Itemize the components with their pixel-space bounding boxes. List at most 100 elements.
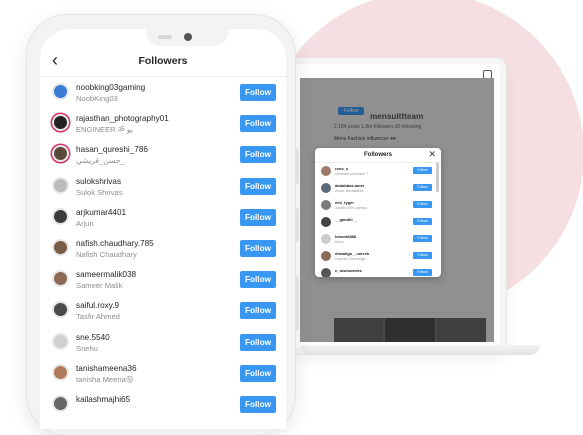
follower-row[interactable]: tanishameena36 tanisha Meena😝 Follow bbox=[40, 358, 286, 389]
avatar[interactable] bbox=[52, 363, 69, 381]
follower-fullname: ENGINEER ॐ یو bbox=[76, 125, 133, 135]
follower-username[interactable]: hasan_qureshi_786 bbox=[76, 145, 148, 154]
avatar[interactable] bbox=[52, 394, 69, 412]
avatar[interactable] bbox=[52, 332, 69, 350]
follow-button[interactable]: Follow bbox=[240, 208, 276, 226]
follower-row[interactable]: sne.5540 Snehu Follow bbox=[40, 327, 286, 358]
avatar[interactable] bbox=[321, 217, 331, 227]
laptop-base bbox=[300, 345, 540, 355]
avatar[interactable] bbox=[321, 200, 331, 210]
follow-button[interactable]: Follow bbox=[240, 177, 276, 195]
follow-button[interactable]: Follow bbox=[240, 364, 276, 382]
follower-row[interactable]: saiful.roxy.9 Tasfir Ahmed Follow bbox=[40, 295, 286, 326]
follower-username[interactable]: tanishameena36 bbox=[76, 364, 137, 373]
phone-side-button bbox=[295, 208, 299, 242]
follower-row[interactable]: sulokshrivas Sulok Shrivas Follow bbox=[40, 171, 286, 202]
follower-fullname: حسن_قريشي_ bbox=[76, 156, 125, 166]
modal-follower-username[interactable]: __gandhi__ bbox=[335, 217, 357, 222]
follower-fullname: Tasfir Ahmed bbox=[76, 312, 120, 322]
modal-follow-button[interactable]: Follow bbox=[413, 252, 432, 259]
modal-follower-row[interactable]: roos_s rahmatt eoressie ⚡ Follow bbox=[315, 163, 441, 180]
modal-follower-username[interactable]: n_azulsweeks bbox=[335, 268, 362, 273]
avatar[interactable] bbox=[52, 83, 69, 100]
avatar-image bbox=[54, 303, 67, 317]
follower-fullname: tanisha Meena😝 bbox=[76, 374, 134, 384]
follow-button[interactable]: Follow bbox=[240, 271, 276, 289]
avatar[interactable] bbox=[52, 176, 69, 194]
avatar[interactable] bbox=[321, 183, 331, 193]
follower-fullname: Sulok Shrivas bbox=[76, 187, 123, 197]
follow-button[interactable]: Follow bbox=[240, 146, 276, 164]
follow-button[interactable]: Follow bbox=[240, 84, 276, 101]
modal-follow-button[interactable]: Follow bbox=[413, 235, 432, 242]
phone-side-button bbox=[295, 275, 299, 331]
follower-username[interactable]: sne.5540 bbox=[76, 333, 110, 342]
modal-follower-row[interactable]: dewaliga__umesh Umesh Dewaliga Follow bbox=[315, 248, 441, 265]
avatar-image bbox=[54, 85, 67, 98]
modal-follower-fullname: Amer Abdabbas bbox=[335, 188, 364, 193]
modal-follower-row[interactable]: emi_tyger Xauthi Emi Jamsu Follow bbox=[315, 197, 441, 214]
follower-username[interactable]: saiful.roxy.9 bbox=[76, 301, 119, 310]
modal-follow-button[interactable]: Follow bbox=[413, 184, 432, 191]
follower-username[interactable]: kailashmajhi65 bbox=[76, 395, 130, 404]
close-icon[interactable]: ✕ bbox=[428, 149, 436, 160]
follow-button[interactable]: Follow bbox=[240, 239, 276, 257]
modal-follower-fullname: Umesh Dewaliga bbox=[335, 256, 366, 261]
avatar-image bbox=[54, 272, 67, 286]
modal-follower-row[interactable]: bimodd888 bims Follow bbox=[315, 231, 441, 248]
follow-button[interactable]: Follow bbox=[240, 333, 276, 351]
follower-username[interactable]: rajasthan_photography01 bbox=[76, 114, 169, 123]
avatar[interactable] bbox=[52, 270, 69, 288]
follower-row[interactable]: kailashmajhi65 Follow bbox=[40, 389, 286, 420]
avatar[interactable] bbox=[321, 251, 331, 261]
phone-side-button bbox=[295, 148, 299, 184]
avatar[interactable] bbox=[321, 166, 331, 176]
follow-button[interactable]: Follow bbox=[240, 115, 276, 133]
follower-username[interactable]: arjkumar4401 bbox=[76, 208, 126, 217]
follower-list: noobking03gaming NoobKing03 Follow rajastha… bbox=[40, 77, 286, 420]
follower-username[interactable]: sameermalik038 bbox=[76, 270, 136, 279]
modal-follow-button[interactable]: Follow bbox=[413, 269, 432, 276]
speaker-grille bbox=[158, 35, 172, 39]
avatar[interactable] bbox=[321, 268, 331, 277]
modal-title: Followers bbox=[315, 148, 441, 163]
modal-follower-row[interactable]: abdabbas.amer Amer Abdabbas Follow bbox=[315, 180, 441, 197]
phone-screen: ‹ Followers noobking03gaming NoobKing03 Fo… bbox=[40, 29, 286, 429]
modal-follow-button[interactable]: Follow bbox=[413, 167, 432, 174]
follower-row[interactable]: hasan_qureshi_786 حسن_قريشي_ Follow bbox=[40, 139, 286, 170]
follower-row[interactable]: rajasthan_photography01 ENGINEER ॐ یو Foll… bbox=[40, 108, 286, 139]
modal-follower-row[interactable]: __gandhi__ Follow bbox=[315, 214, 441, 231]
avatar[interactable] bbox=[321, 234, 331, 244]
follower-fullname: Nafish Chaudhary bbox=[76, 249, 137, 259]
avatar[interactable] bbox=[52, 114, 69, 132]
follower-username[interactable]: nafish.chaudhary.785 bbox=[76, 239, 154, 248]
follower-row[interactable]: noobking03gaming NoobKing03 Follow bbox=[40, 77, 286, 108]
laptop-followers-modal: Followers ✕ roos_s rahmatt eoressie ⚡ Foll… bbox=[315, 148, 441, 277]
avatar[interactable] bbox=[52, 207, 69, 225]
follower-username[interactable]: noobking03gaming bbox=[76, 83, 145, 92]
follow-button[interactable]: Follow bbox=[240, 302, 276, 320]
modal-follower-row[interactable]: n_azulsweeks Follow bbox=[315, 265, 441, 277]
avatar[interactable] bbox=[52, 238, 69, 256]
avatar-image bbox=[54, 240, 67, 254]
follow-button[interactable]: Follow bbox=[240, 395, 276, 413]
follower-fullname: Sameer Malik bbox=[76, 281, 123, 291]
modal-follower-text: emi_tyger Xauthi Emi Jamsu bbox=[335, 200, 367, 210]
modal-follower-text: __gandhi__ bbox=[335, 217, 357, 222]
avatar[interactable] bbox=[52, 145, 69, 163]
follower-row[interactable]: nafish.chaudhary.785 Nafish Chaudhary Foll… bbox=[40, 233, 286, 264]
modal-follower-fullname: bims bbox=[335, 239, 344, 244]
camera-icon bbox=[184, 33, 192, 41]
avatar-image bbox=[54, 116, 67, 130]
modal-follow-button[interactable]: Follow bbox=[413, 218, 432, 225]
followers-header: ‹ Followers bbox=[40, 46, 286, 77]
modal-follower-text: roos_s rahmatt eoressie ⚡ bbox=[335, 166, 369, 176]
avatar[interactable] bbox=[52, 301, 69, 319]
modal-follower-text: dewaliga__umesh Umesh Dewaliga bbox=[335, 251, 369, 261]
modal-follower-list: roos_s rahmatt eoressie ⚡ Follow abdabbas.a… bbox=[315, 163, 441, 277]
follower-row[interactable]: sameermalik038 Sameer Malik Follow bbox=[40, 264, 286, 295]
modal-follow-button[interactable]: Follow bbox=[413, 201, 432, 208]
follower-row[interactable]: arjkumar4401 Arjun Follow bbox=[40, 202, 286, 233]
avatar-image bbox=[54, 396, 67, 410]
follower-username[interactable]: sulokshrivas bbox=[76, 177, 121, 186]
